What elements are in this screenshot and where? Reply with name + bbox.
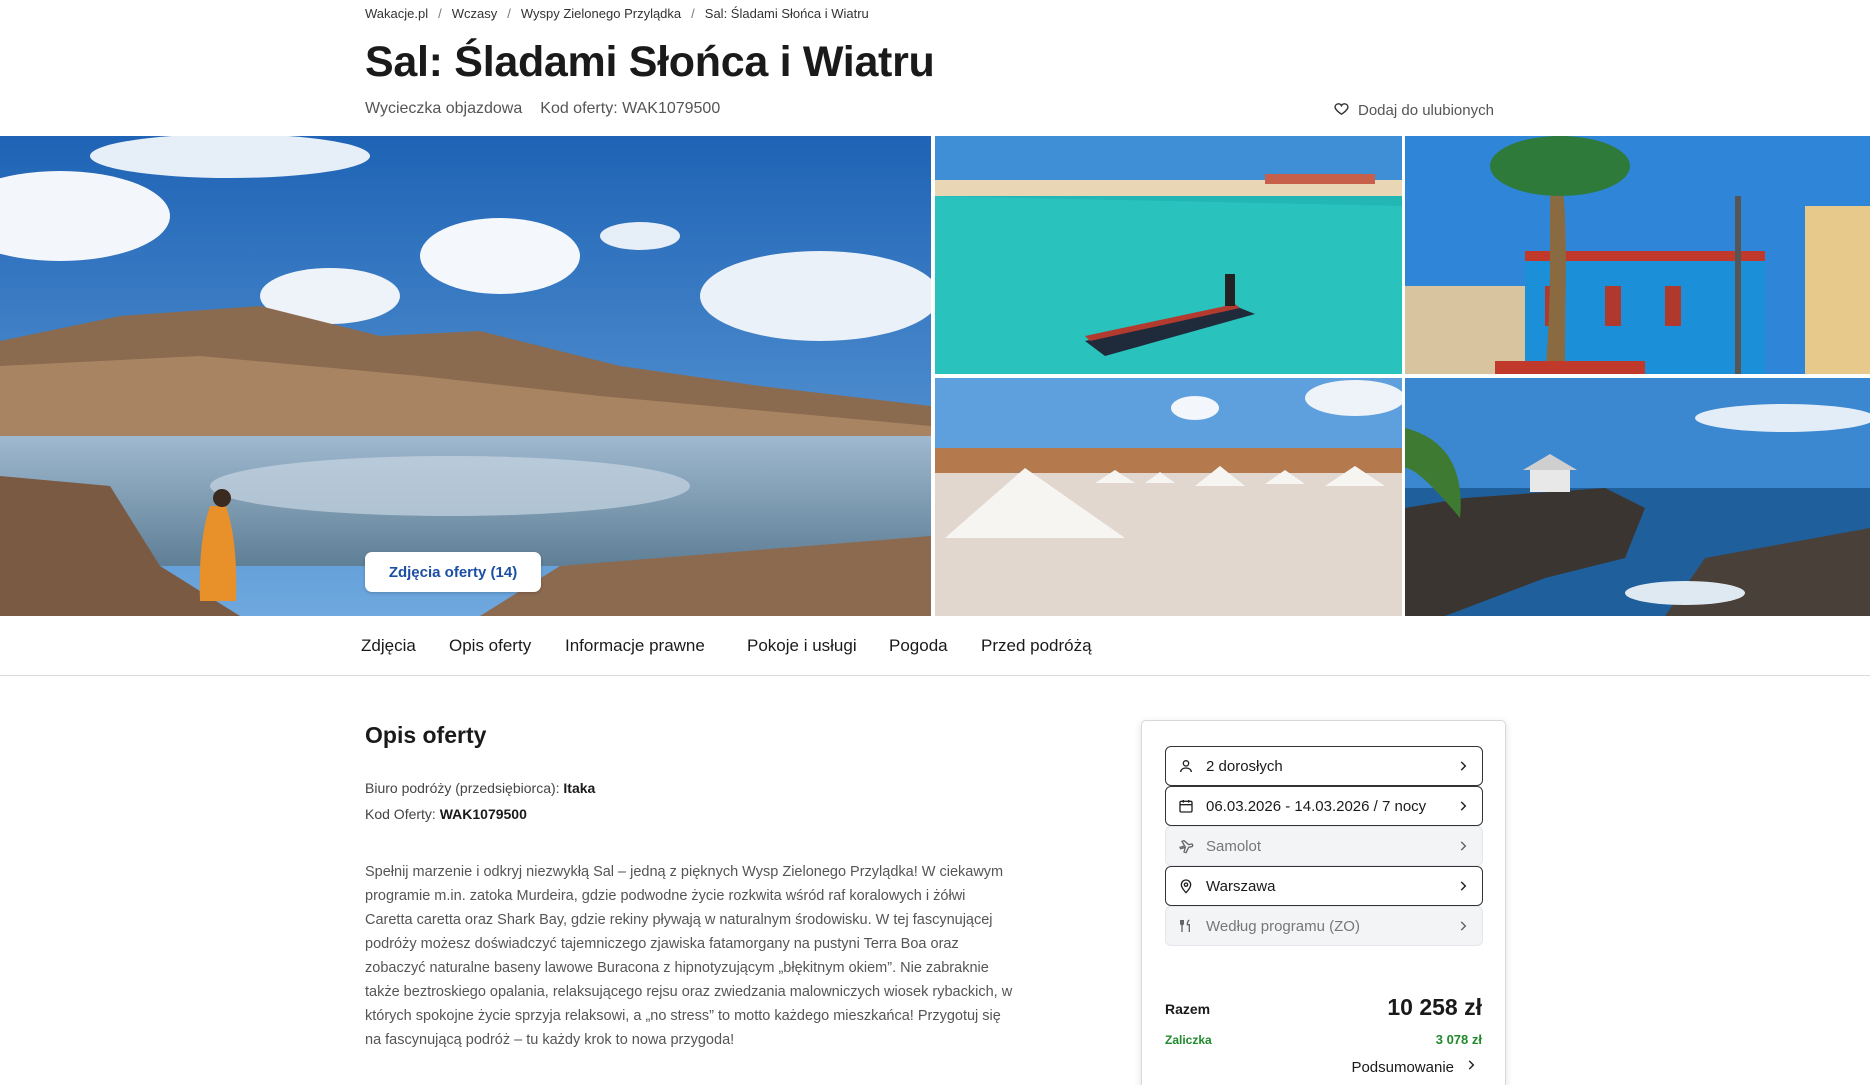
add-to-favorites-button[interactable]: Dodaj do ulubionych bbox=[1333, 100, 1494, 121]
board-selector[interactable]: Według programu (ZO) bbox=[1165, 906, 1483, 946]
summary-link[interactable]: Podsumowanie bbox=[1351, 1058, 1478, 1076]
travelers-label: 2 dorosłych bbox=[1206, 757, 1283, 775]
chevron-right-icon bbox=[1464, 1058, 1478, 1076]
chevron-right-icon bbox=[1456, 759, 1470, 773]
operator-value: Itaka bbox=[563, 780, 596, 796]
operator-line: Biuro podróży (przedsiębiorca): Itaka bbox=[365, 780, 595, 796]
booking-panel: 2 dorosłych 06.03.2026 - 14.03.2026 / 7 … bbox=[1141, 720, 1506, 1085]
tab-legal-info[interactable]: Informacje prawne bbox=[565, 636, 705, 656]
section-tabs: Zdjęcia Opis oferty Informacje prawne Po… bbox=[0, 616, 1870, 676]
gallery-photo-salt-flats[interactable] bbox=[935, 378, 1402, 616]
travelers-selector[interactable]: 2 dorosłych bbox=[1165, 746, 1483, 786]
breadcrumb-item-home[interactable]: Wakacje.pl bbox=[365, 6, 428, 21]
chevron-right-icon bbox=[1456, 919, 1470, 933]
dates-selector[interactable]: 06.03.2026 - 14.03.2026 / 7 nocy bbox=[1165, 786, 1483, 826]
offer-code-value: WAK1079500 bbox=[439, 806, 527, 822]
plane-icon bbox=[1178, 838, 1194, 854]
heart-icon bbox=[1333, 100, 1350, 121]
gallery-photos-button[interactable]: Zdjęcia oferty (14) bbox=[365, 552, 541, 592]
photo-gallery bbox=[0, 136, 1870, 616]
breadcrumb-separator: / bbox=[507, 6, 511, 21]
person-icon bbox=[1178, 758, 1194, 774]
breadcrumb-item-current[interactable]: Sal: Śladami Słońca i Wiatru bbox=[705, 6, 869, 21]
tab-photos[interactable]: Zdjęcia bbox=[361, 636, 416, 656]
location-pin-icon bbox=[1178, 878, 1194, 894]
description-body: Spełnij marzenie i odkryj niezwykłą Sal … bbox=[365, 864, 1013, 1048]
dates-label: 06.03.2026 - 14.03.2026 / 7 nocy bbox=[1206, 797, 1427, 815]
chevron-right-icon bbox=[1456, 879, 1470, 893]
departure-city-selector[interactable]: Warszawa bbox=[1165, 866, 1483, 906]
breadcrumb-separator: / bbox=[691, 6, 695, 21]
breadcrumb: Wakacje.pl / Wczasy / Wyspy Zielonego Pr… bbox=[365, 6, 869, 21]
offer-code-line: Kod Oferty: WAK1079500 bbox=[365, 806, 527, 822]
deposit-price: 3 078 zł bbox=[1435, 1032, 1482, 1047]
breadcrumb-item-destination[interactable]: Wyspy Zielonego Przylądka bbox=[521, 6, 681, 21]
gallery-photo-beach-boat[interactable] bbox=[935, 136, 1402, 374]
offer-code: Kod oferty: WAK1079500 bbox=[540, 100, 721, 117]
cutlery-icon bbox=[1178, 918, 1194, 934]
description-title: Opis oferty bbox=[365, 722, 487, 748]
chevron-right-icon bbox=[1456, 799, 1470, 813]
breadcrumb-separator: / bbox=[438, 6, 442, 21]
tab-rooms-services[interactable]: Pokoje i usługi bbox=[747, 636, 857, 656]
operator-label: Biuro podróży (przedsiębiorca): bbox=[365, 780, 560, 796]
transport-label: Samolot bbox=[1206, 837, 1262, 855]
offer-type: Wycieczka objazdowa bbox=[365, 100, 523, 117]
tab-weather[interactable]: Pogoda bbox=[889, 636, 948, 656]
chevron-right-icon bbox=[1456, 839, 1470, 853]
offer-code-label: Kod Oferty: bbox=[365, 806, 436, 822]
board-label: Według programu (ZO) bbox=[1206, 917, 1360, 935]
gallery-photo-main[interactable] bbox=[0, 136, 931, 616]
tab-description[interactable]: Opis oferty bbox=[449, 636, 531, 656]
breadcrumb-item-wczasy[interactable]: Wczasy bbox=[452, 6, 498, 21]
page-title: Sal: Śladami Słońca i Wiatru bbox=[365, 38, 935, 86]
summary-label: Podsumowanie bbox=[1351, 1058, 1454, 1076]
tab-before-travel[interactable]: Przed podróżą bbox=[981, 636, 1092, 656]
gallery-photo-coast[interactable] bbox=[1405, 378, 1870, 616]
deposit-label: Zaliczka bbox=[1165, 1033, 1212, 1047]
gallery-photo-town[interactable] bbox=[1405, 136, 1870, 374]
total-label: Razem bbox=[1165, 1001, 1211, 1017]
add-to-favorites-label: Dodaj do ulubionych bbox=[1358, 102, 1494, 119]
total-price: 10 258 zł bbox=[1387, 994, 1482, 1020]
calendar-icon bbox=[1178, 798, 1194, 814]
departure-city-label: Warszawa bbox=[1206, 877, 1276, 895]
transport-selector[interactable]: Samolot bbox=[1165, 826, 1483, 866]
offer-meta: Wycieczka objazdowa Kod oferty: WAK10795… bbox=[365, 100, 720, 118]
